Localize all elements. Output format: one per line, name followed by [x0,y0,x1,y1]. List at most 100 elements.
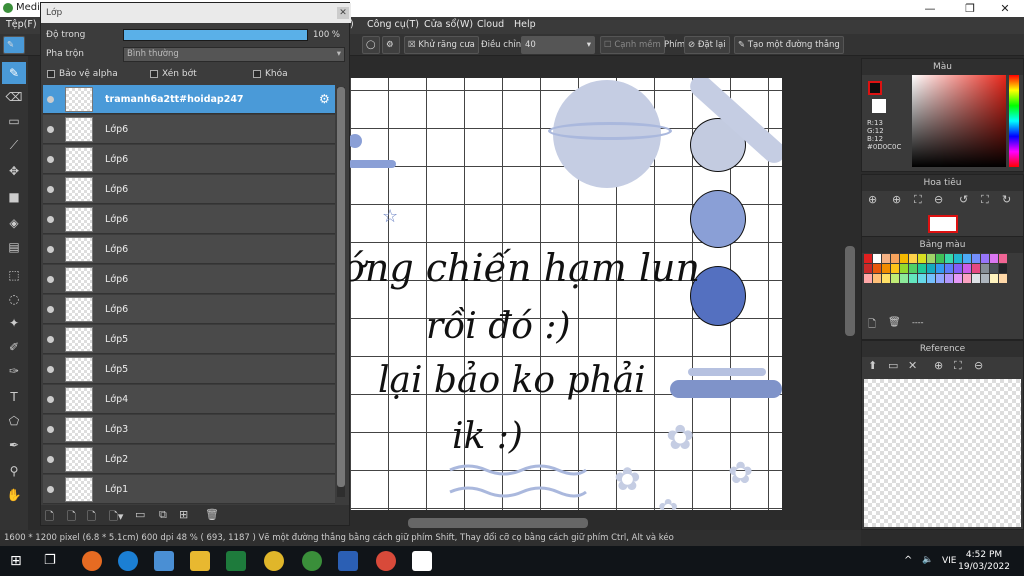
eyedropper-icon[interactable]: ✒ [2,434,26,456]
maximize-button[interactable]: ❐ [955,0,985,17]
palette-swatch[interactable] [864,264,872,273]
layer-row[interactable]: Lớp3 [43,415,335,444]
new-layer-8bit-icon[interactable]: 🗋 [67,508,76,527]
palette-swatch[interactable] [918,274,926,283]
canvas-paper[interactable]: ☆ ✿ ✿ ✿ ✿ ớng chiến hạm lun rồi đó :) lạ… [348,78,782,510]
menu-file[interactable]: Tệp(F) [6,19,37,30]
lasso-icon[interactable]: ◌ [2,288,26,310]
marquee-icon[interactable]: ⬚ [2,264,26,286]
brush-mode-icon[interactable]: ✎ [3,36,25,54]
visibility-eye-icon[interactable] [47,396,54,403]
protect-alpha-checkbox[interactable] [47,70,55,78]
palette-swatch[interactable] [909,264,917,273]
layer-row[interactable]: Lớp6 [43,295,335,324]
language-indicator[interactable]: VIE [942,556,957,566]
reference-zoom-out-icon[interactable]: ⊖ [974,359,983,372]
visibility-eye-icon[interactable] [47,156,54,163]
duplicate-layer-icon[interactable]: ⧉ [159,508,167,522]
layer-row[interactable]: Lớp2 [43,445,335,474]
new-layer-icon[interactable]: 🗋 [45,508,54,527]
visibility-eye-icon[interactable] [47,336,54,343]
reference-fit-icon[interactable]: ⛶ [954,359,962,373]
straight-line-button[interactable]: ✎ Tạo một đường thẳng [734,36,844,54]
palette-swatch[interactable] [963,264,971,273]
reset-button[interactable]: ⊘ Đặt lại [684,36,730,54]
task-view-icon[interactable]: ❐ [44,553,56,568]
store-icon[interactable] [154,551,174,571]
move-tool-icon[interactable]: ✥ [2,160,26,182]
chrome-icon[interactable] [264,551,284,571]
palette-swatch[interactable] [918,264,926,273]
palette-swatch[interactable] [882,274,890,283]
palette-swatch[interactable] [972,264,980,273]
new-layer-1bit-icon[interactable]: 🗋 [87,508,96,527]
visibility-eye-icon[interactable] [47,486,54,493]
visibility-eye-icon[interactable] [47,426,54,433]
shape-tool-icon[interactable]: ⬠ [2,410,26,432]
palette-swatch[interactable] [999,274,1007,283]
palette-swatch[interactable] [927,274,935,283]
volume-icon[interactable]: 🔈 [922,555,933,565]
dropper-icon[interactable]: ⚲ [2,460,26,482]
palette-swatch[interactable] [873,254,881,263]
palette-swatch[interactable] [936,254,944,263]
palette-swatch[interactable] [999,264,1007,273]
palette-swatch[interactable] [900,254,908,263]
blend-select[interactable]: Bình thường ▾ [123,47,345,62]
lock-checkbox[interactable] [253,70,261,78]
zoom-in-icon[interactable]: ⊕ [868,193,877,206]
chrome-3-icon[interactable] [376,551,396,571]
opacity-slider[interactable] [123,29,308,41]
palette-swatch[interactable] [990,264,998,273]
visibility-eye-icon[interactable] [47,456,54,463]
magic-wand-icon[interactable]: ✦ [2,312,26,334]
palette-swatch[interactable] [963,274,971,283]
select-pen-icon[interactable]: ✐ [2,336,26,358]
chrome-2-icon[interactable] [302,551,322,571]
brush-tool-icon[interactable]: ✎ [2,62,26,84]
zoom-out-icon[interactable]: ⊖ [934,193,943,206]
layer-row[interactable]: Lớp6 [43,265,335,294]
background-swatch[interactable] [872,99,886,113]
palette-swatch[interactable] [936,264,944,273]
layer-row[interactable]: Lớp4 [43,385,335,414]
soft-edge-toggle[interactable]: ☐ Cạnh mềm [600,36,665,54]
layer-row[interactable]: Lớp6 [43,205,335,234]
menu-window[interactable]: Cửa sổ(W) [424,19,473,30]
merge-layer-icon[interactable]: ⊞ [179,508,188,521]
visibility-eye-icon[interactable] [47,366,54,373]
reference-open-icon[interactable]: ▭ [888,359,898,372]
palette-swatch[interactable] [909,254,917,263]
text-tool-icon[interactable]: T [2,386,26,408]
vertical-scrollbar[interactable] [845,246,855,336]
gear-icon[interactable]: ⚙ [382,36,400,54]
palette-swatch[interactable] [873,274,881,283]
start-icon[interactable]: ⊞ [10,553,22,569]
fit-icon[interactable]: ⛶ [914,193,922,207]
edge-icon[interactable] [118,551,138,571]
palette-swatch[interactable] [936,274,944,283]
palette-swatch[interactable] [981,254,989,263]
layer-panel-close-icon[interactable]: ✕ [337,7,349,19]
rotate-left-icon[interactable]: ↺ [959,193,968,206]
explorer-icon[interactable] [190,551,210,571]
tray-chevron-icon[interactable]: ^ [904,555,912,566]
visibility-eye-icon[interactable] [47,126,54,133]
close-button[interactable]: ✕ [990,0,1020,17]
visibility-eye-icon[interactable] [47,216,54,223]
palette-swatch[interactable] [954,254,962,263]
visibility-eye-icon[interactable] [47,276,54,283]
layer-row[interactable]: Lớp6 [43,175,335,204]
visibility-eye-icon[interactable] [47,186,54,193]
eraser-tool-icon[interactable]: ⌫ [2,86,26,108]
palette-swatch[interactable] [900,274,908,283]
fill-rect-icon[interactable]: ■ [2,186,26,208]
word-icon[interactable] [338,551,358,571]
palette-swatch[interactable] [882,254,890,263]
adjust-select[interactable]: 40 ▾ [521,36,595,54]
layer-row[interactable]: Lớp5 [43,355,335,384]
bucket-tool-icon[interactable]: ◈ [2,212,26,234]
palette-swatch[interactable] [990,254,998,263]
rect-select-icon[interactable]: ▭ [2,110,26,132]
horizontal-scrollbar[interactable] [408,518,588,528]
